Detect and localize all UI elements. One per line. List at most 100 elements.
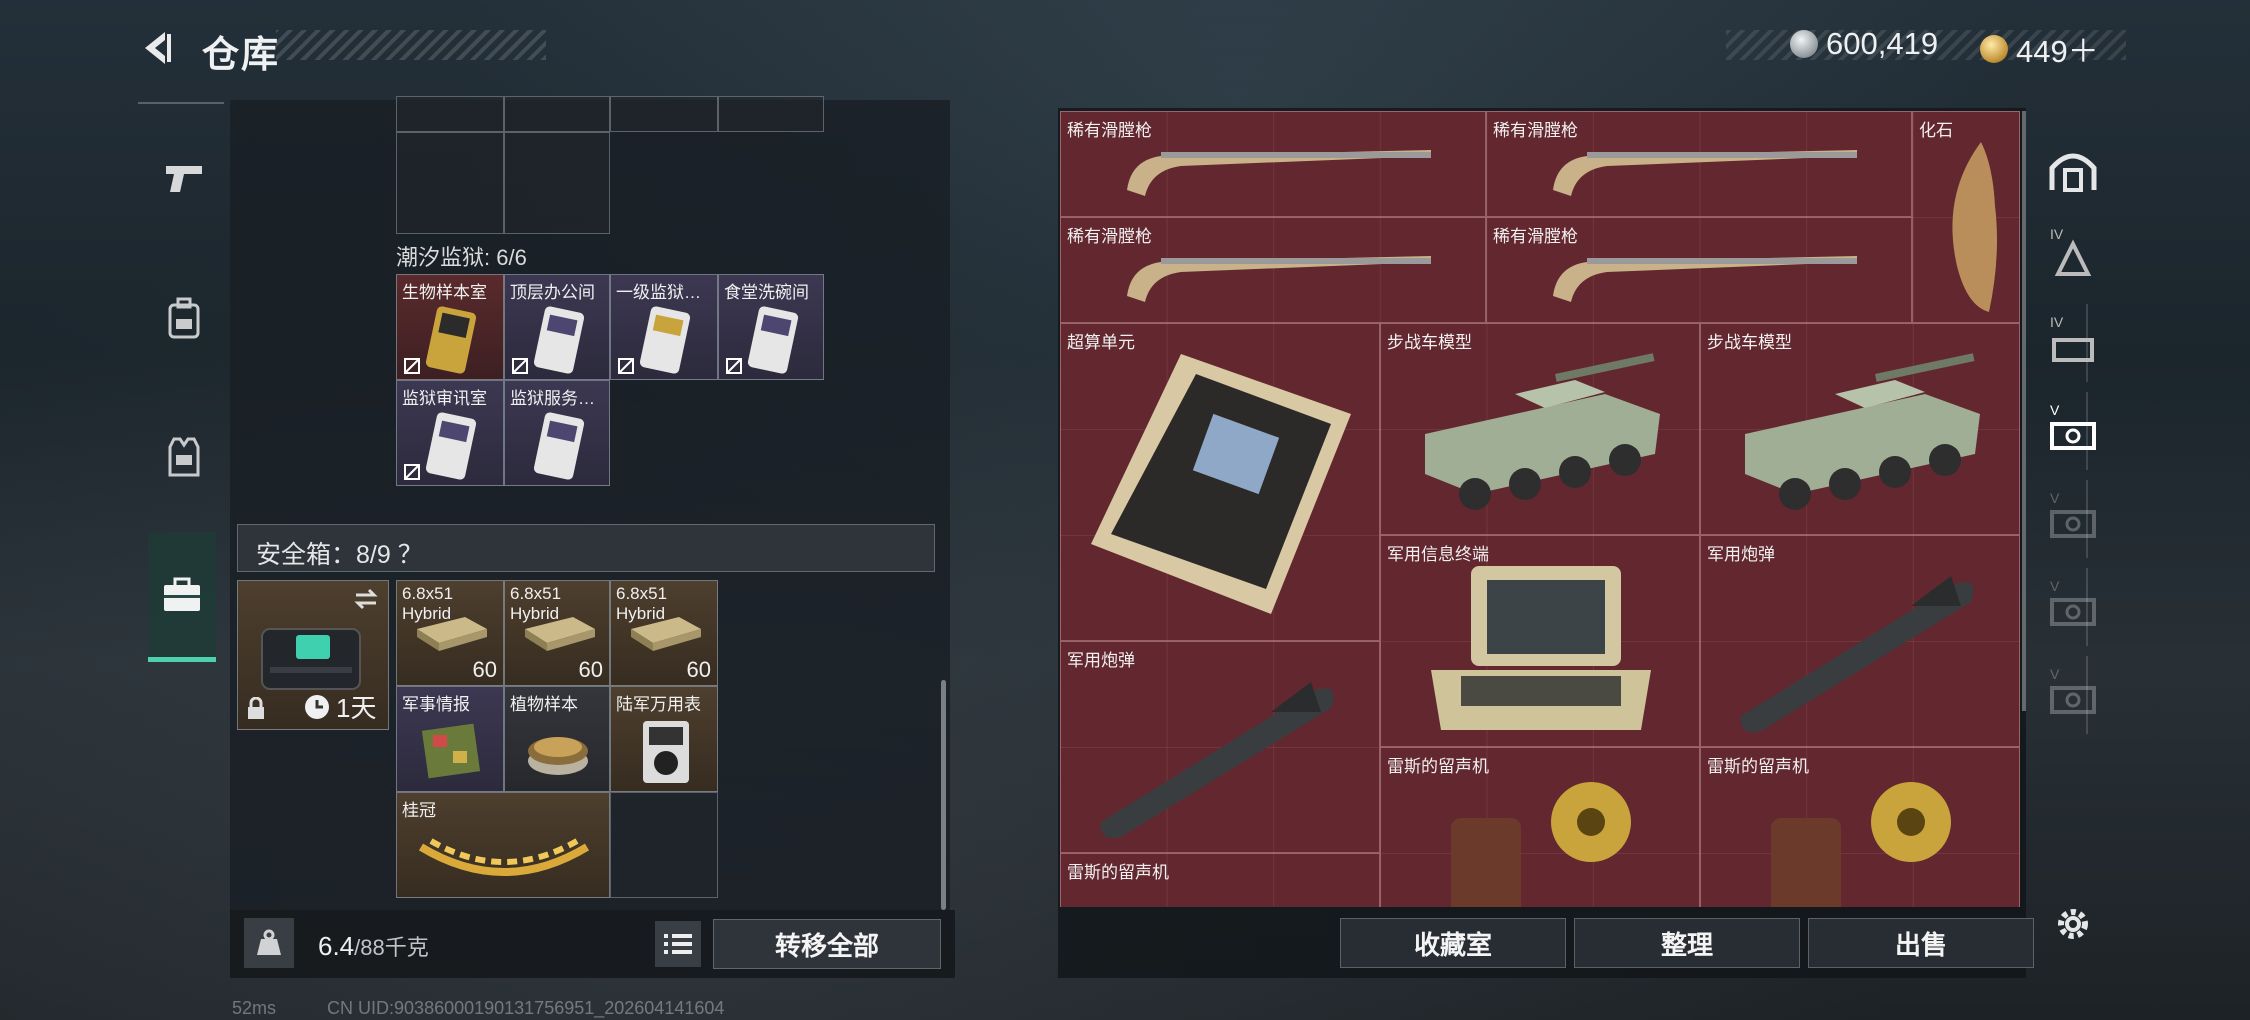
weight-button[interactable] [244, 918, 294, 968]
transfer-all-button[interactable]: 转移全部 [713, 919, 941, 969]
key-card-label: 顶层办公间 [510, 283, 595, 302]
ammo-box-icon [525, 617, 595, 651]
gold-currency[interactable]: 449＋ [1980, 26, 2099, 71]
left-category-tabs [138, 100, 230, 662]
clock-icon [305, 694, 329, 719]
ammo-count: 60 [578, 657, 603, 682]
ammo-count: 60 [686, 657, 711, 682]
stash-item-ifv-model[interactable]: 步战车模型 [1700, 323, 2020, 535]
stash-item-shell[interactable]: 军用炮弹 [1060, 641, 1380, 853]
back-arrow-icon [145, 32, 171, 64]
stash-item-gramophone[interactable]: 雷斯的留声机 [1700, 747, 2020, 907]
grid-cell[interactable] [504, 132, 610, 234]
musket-icon [1127, 150, 1431, 196]
storage-tier-icon [2050, 686, 2096, 714]
sell-button[interactable]: 出售 [1808, 918, 2034, 968]
ammo-item[interactable]: 6.8x51 Hybrid 60 [610, 580, 718, 686]
keycard-gold-icon [425, 306, 477, 374]
storage-tab-locked[interactable]: V [2040, 480, 2106, 564]
grid-cell[interactable] [504, 96, 610, 132]
circuit-intel-icon [421, 723, 481, 779]
swap-icon[interactable] [352, 587, 380, 611]
gramophone-icon [1771, 782, 1951, 907]
stash-item-supercomputer[interactable]: 超算单元 [1060, 323, 1380, 641]
stash-item-terminal[interactable]: 军用信息终端 [1380, 535, 1700, 747]
storage-tab-locked[interactable]: V [2040, 568, 2106, 652]
stash-scrollbar[interactable] [2022, 111, 2026, 711]
key-card[interactable]: 生物样本室 [396, 274, 504, 380]
storage-tab-locked[interactable]: V [2040, 656, 2106, 740]
safe-box-label[interactable]: 安全箱：8/9 ？ [256, 535, 423, 571]
stash-item-musket[interactable]: 稀有滑膛枪 [1060, 111, 1486, 217]
pistol-icon [166, 166, 202, 192]
storage-tab-main[interactable] [2040, 128, 2106, 212]
item-label: 军事情报 [402, 695, 470, 714]
tab-divider [138, 102, 224, 104]
list-icon [664, 934, 692, 954]
no-transfer-icon [404, 358, 420, 374]
tab-weapons[interactable] [148, 142, 220, 214]
ammo-box-icon [417, 617, 487, 651]
laurel-item[interactable]: 桂冠 [396, 792, 610, 898]
key-card[interactable]: 一级监狱… [610, 274, 718, 380]
intel-item[interactable]: 军事情报 [396, 686, 504, 792]
plant-sample-item[interactable]: 植物样本 [504, 686, 610, 792]
inventory-scrollbar[interactable] [941, 680, 946, 910]
inventory-footer: 6.4/88千克 转移全部 [230, 910, 955, 978]
key-card[interactable]: 监狱审讯室 [396, 380, 504, 486]
stash-item-label: 雷斯的留声机 [1387, 757, 1489, 776]
settings-button[interactable] [2040, 882, 2106, 966]
key-card-label: 一级监狱… [616, 283, 701, 302]
list-view-button[interactable] [655, 921, 701, 967]
grid-cell[interactable] [718, 96, 824, 132]
storage-tier-icon [2050, 422, 2096, 450]
grid-cell[interactable] [396, 132, 504, 234]
key-card[interactable]: 监狱服务… [504, 380, 610, 486]
key-card-label: 食堂洗碗间 [724, 283, 809, 302]
no-transfer-icon [512, 358, 528, 374]
multimeter-item[interactable]: 陆军万用表 [610, 686, 718, 792]
gear-icon [2058, 909, 2088, 939]
grid-cell[interactable] [396, 96, 504, 132]
storage-tab-active[interactable]: V [2040, 392, 2106, 476]
uid-text: CN UID:903860001901317569​51_20260414160… [327, 998, 725, 1018]
stash-item-shell[interactable]: 军用炮弹 [1700, 535, 2020, 747]
key-card[interactable]: 食堂洗碗间 [718, 274, 824, 380]
storage-tier-icon [2050, 598, 2096, 626]
stash-item-musket[interactable]: 稀有滑膛枪 [1486, 111, 1912, 217]
tab-safe-box[interactable] [148, 532, 216, 662]
sort-button[interactable]: 整理 [1574, 918, 1800, 968]
circuit-board-icon [1091, 354, 1351, 614]
storage-tab[interactable]: IV [2040, 304, 2106, 388]
item-label: 陆军万用表 [616, 695, 701, 714]
safe-box-container[interactable]: 1天 [237, 580, 389, 730]
grid-cell[interactable] [610, 96, 718, 132]
ifv-model-icon [1425, 353, 1660, 510]
ammo-item[interactable]: 6.8x51 Hybrid 60 [396, 580, 504, 686]
ammo-item[interactable]: 6.8x51 Hybrid 60 [504, 580, 610, 686]
silver-coin-icon [1790, 30, 1818, 58]
gold-currency-value: 449＋ [2016, 34, 2099, 69]
keys-section-label: 潮汐监狱: 6/6 [396, 245, 527, 270]
key-card-label: 监狱服务… [510, 389, 595, 408]
stash-item-ifv-model[interactable]: 步战车模型 [1380, 323, 1700, 535]
back-button[interactable] [134, 26, 180, 70]
inventory-panel: 潮汐监狱: 6/6 生物样本室 顶层办公间 一级监狱… 食堂洗碗间 监狱审讯室 … [230, 96, 950, 910]
stash-item-gramophone[interactable]: 雷斯的留声机 [1060, 853, 1380, 907]
page-title: 仓库 [202, 34, 280, 75]
keycard-white-icon [639, 306, 691, 374]
key-card[interactable]: 顶层办公间 [504, 274, 610, 380]
tab-vest[interactable] [148, 420, 220, 492]
empty-slot[interactable] [610, 792, 718, 898]
silver-currency[interactable]: 600,419 [1790, 26, 1938, 62]
stash-item-musket[interactable]: 稀有滑膛枪 [1486, 217, 1912, 323]
status-bar: 52ms CN UID:903860001901317569​51_202604… [140, 998, 724, 1019]
multimeter-icon [643, 721, 689, 783]
stash-item-gramophone[interactable]: 雷斯的留声机 [1380, 747, 1700, 907]
stash-item-musket[interactable]: 稀有滑膛枪 [1060, 217, 1486, 323]
no-transfer-icon [726, 358, 742, 374]
collection-room-button[interactable]: 收藏室 [1340, 918, 1566, 968]
stash-item-fossil[interactable]: 化石 [1912, 111, 2020, 323]
storage-tab[interactable]: IV [2040, 216, 2106, 300]
tab-backpack[interactable] [148, 282, 220, 354]
